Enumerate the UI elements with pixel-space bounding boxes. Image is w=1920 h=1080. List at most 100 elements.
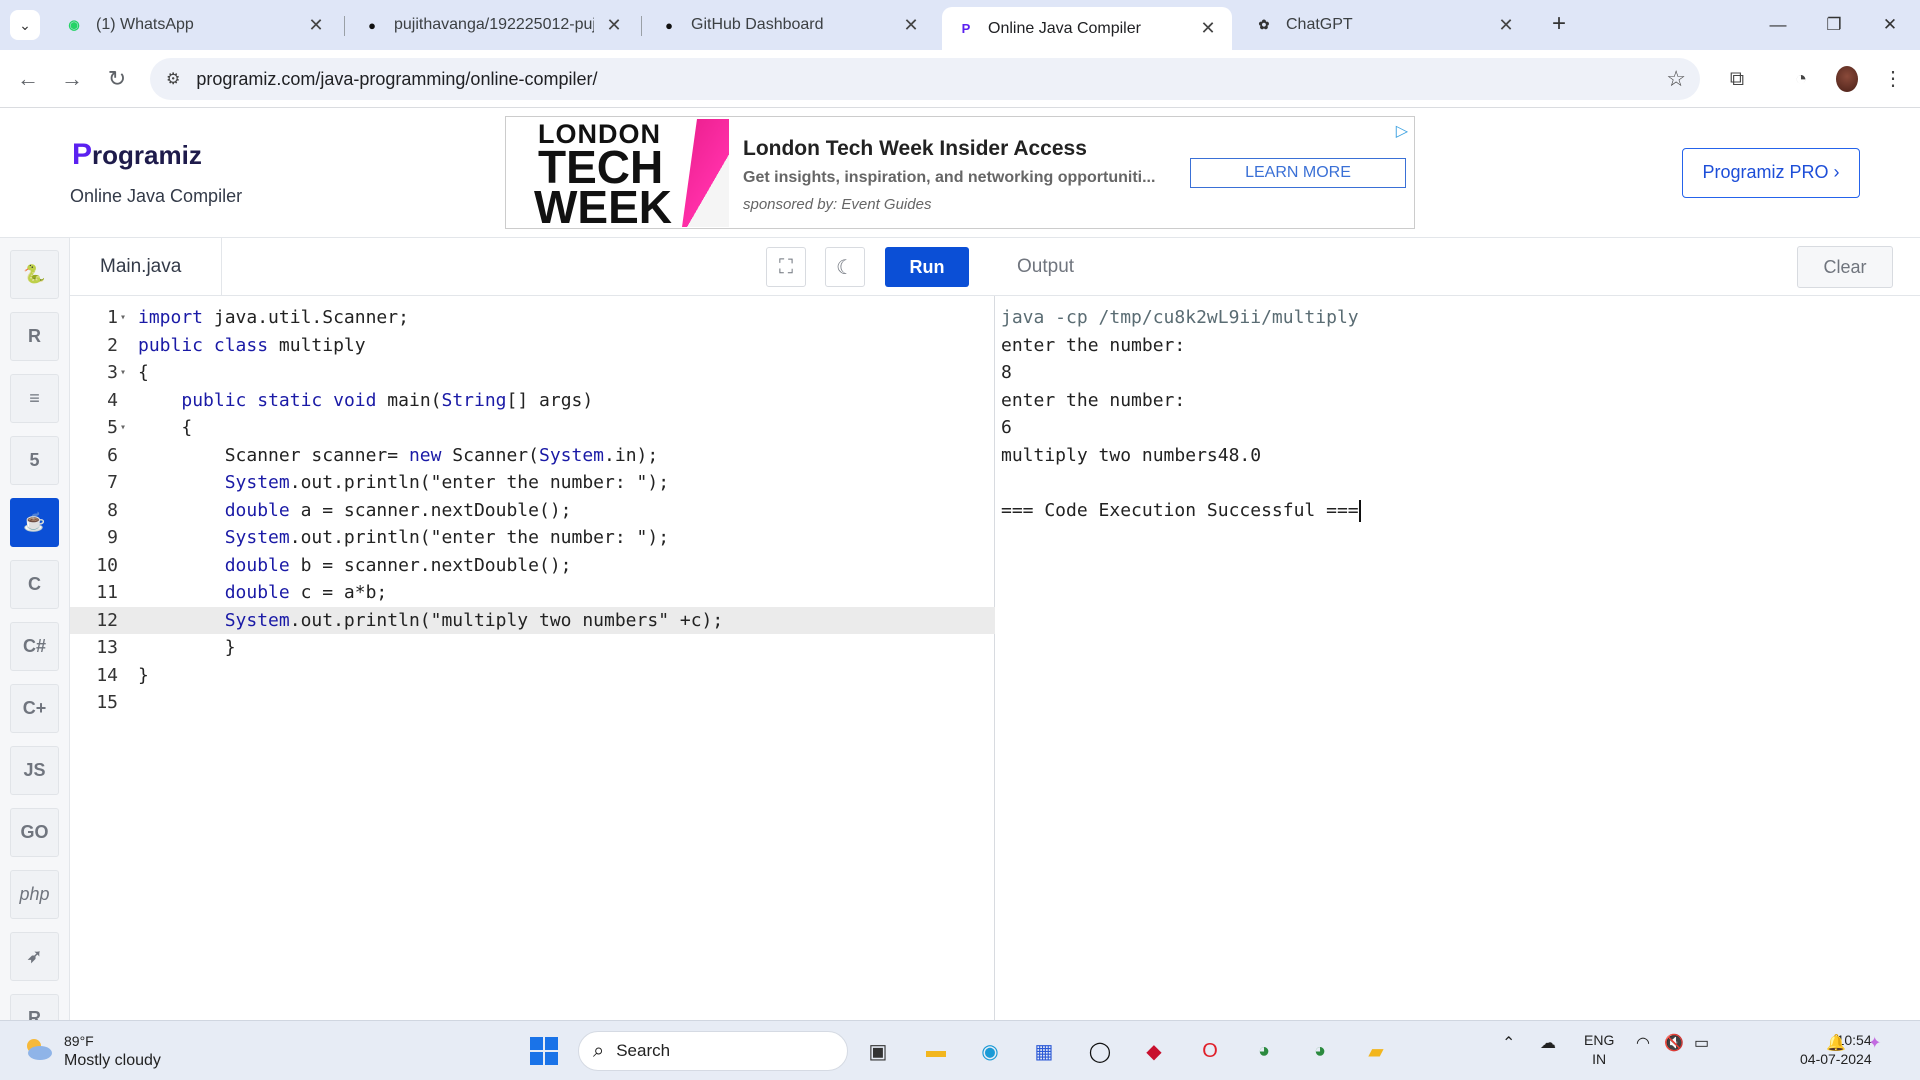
code-text[interactable]: public class multiply [138, 332, 366, 360]
edge-icon[interactable]: ◉ [972, 1033, 1008, 1069]
tab-online-java-compiler[interactable]: P Online Java Compiler ✕ [942, 7, 1232, 50]
profile-avatar[interactable] [1836, 66, 1858, 92]
ad-choices-icon[interactable]: ▷ [1396, 121, 1408, 141]
restore-button[interactable]: ❐ [1806, 0, 1862, 50]
close-icon[interactable]: ✕ [306, 15, 326, 36]
address-bar[interactable]: ⚙ programiz.com/java-programming/online-… [150, 58, 1700, 100]
battery-icon[interactable]: ▭ [1694, 1033, 1709, 1053]
ad-learn-more-button[interactable]: LEARN MORE [1190, 158, 1406, 188]
reload-button[interactable]: ↻ [102, 64, 132, 94]
fold-toggle-icon[interactable]: ▾ [120, 359, 132, 387]
microsoft-store-icon[interactable]: ▦ [1026, 1033, 1062, 1069]
programiz-pro-button[interactable]: Programiz PRO › [1682, 148, 1860, 198]
site-info-icon[interactable]: ⚙ [166, 69, 180, 89]
code-text[interactable]: double a = scanner.nextDouble(); [138, 497, 572, 525]
programiz-logo[interactable]: Programiz [72, 138, 202, 172]
run-button[interactable]: Run [885, 247, 969, 287]
code-line[interactable]: 8 double a = scanner.nextDouble(); [70, 497, 995, 525]
code-text[interactable]: double b = scanner.nextDouble(); [138, 552, 572, 580]
code-line[interactable]: 14} [70, 662, 995, 690]
file-tab-main-java[interactable]: Main.java [70, 238, 222, 296]
close-icon[interactable]: ✕ [1198, 18, 1218, 39]
rust-icon[interactable]: R [10, 994, 59, 1020]
code-line[interactable]: 5 ▾ { [70, 414, 995, 442]
code-line[interactable]: 10 double b = scanner.nextDouble(); [70, 552, 995, 580]
swift-icon[interactable]: ➶ [10, 932, 59, 981]
windows-start-icon[interactable] [526, 1033, 562, 1069]
code-text[interactable]: Scanner scanner= new Scanner(System.in); [138, 442, 659, 470]
url-text[interactable]: programiz.com/java-programming/online-co… [196, 69, 597, 90]
csharp-icon[interactable]: C# [10, 622, 59, 671]
code-line[interactable]: 1 ▾ import java.util.Scanner; [70, 304, 995, 332]
wifi-icon[interactable]: ◠ [1636, 1033, 1650, 1053]
chrome-profile-icon[interactable]: ◕ [1302, 1033, 1338, 1069]
opera-icon[interactable]: O [1192, 1033, 1228, 1069]
file-explorer-icon[interactable]: ▬ [918, 1033, 954, 1069]
notifications-bell-icon[interactable]: 🔔 [1826, 1033, 1846, 1053]
fullscreen-icon[interactable]: ⛶ [766, 247, 806, 287]
tab-github-dashboard[interactable]: ● GitHub Dashboard ✕ [645, 8, 935, 42]
close-icon[interactable]: ✕ [604, 15, 624, 36]
code-text[interactable]: public static void main(String[] args) [138, 387, 593, 415]
code-line[interactable]: 3 ▾{ [70, 359, 995, 387]
code-editor[interactable]: 1 ▾ import java.util.Scanner; 2 public class… [70, 296, 995, 1020]
code-line[interactable]: 2 public class multiply [70, 332, 995, 360]
close-icon[interactable]: ✕ [901, 15, 921, 36]
copilot-icon[interactable]: ✦ [1868, 1033, 1881, 1053]
java-icon[interactable]: ☕ [10, 498, 59, 547]
input-language[interactable]: ENG IN [1584, 1031, 1614, 1069]
output-console[interactable]: java -cp /tmp/cu8k2wL9ii/multiply enter t… [995, 296, 1920, 1020]
advertisement-banner[interactable]: LONDON TECH WEEK London Tech Week Inside… [505, 116, 1415, 229]
code-text[interactable]: double c = a*b; [138, 579, 388, 607]
volume-muted-icon[interactable]: 🔇 [1664, 1033, 1684, 1053]
python-icon[interactable]: 🐍 [10, 250, 59, 299]
code-text[interactable]: System.out.println("enter the number: ")… [138, 469, 669, 497]
chrome-icon[interactable]: ◕ [1246, 1033, 1282, 1069]
code-line[interactable]: 15 [70, 689, 995, 717]
weather-temperature[interactable]: 89°F [64, 1033, 94, 1049]
fold-toggle-icon[interactable]: ▾ [120, 304, 132, 332]
code-line[interactable]: 4 public static void main(String[] args) [70, 387, 995, 415]
taskbar-search[interactable]: ⌕ Search [578, 1031, 848, 1071]
sql-database-icon[interactable]: ≡ [10, 374, 59, 423]
code-text[interactable]: } [138, 634, 236, 662]
code-text[interactable]: import java.util.Scanner; [138, 304, 409, 332]
clear-button[interactable]: Clear [1797, 246, 1893, 288]
code-line[interactable]: 9 System.out.println("enter the number: … [70, 524, 995, 552]
performance-icon[interactable]: ◔ [1786, 64, 1816, 94]
bookmark-star-icon[interactable]: ☆ [1666, 66, 1686, 92]
code-line[interactable]: 6 Scanner scanner= new Scanner(System.in… [70, 442, 995, 470]
c-language-icon[interactable]: C [10, 560, 59, 609]
tab-github-repo[interactable]: ● pujithavanga/192225012-pujith ✕ [348, 8, 638, 42]
code-text[interactable]: System.out.println("multiply two numbers… [138, 607, 724, 635]
php-icon[interactable]: php [10, 870, 59, 919]
cpp-icon[interactable]: C+ [10, 684, 59, 733]
back-button[interactable]: ← [13, 64, 43, 94]
tab-chatgpt[interactable]: ✿ ChatGPT ✕ [1240, 8, 1530, 42]
code-text[interactable]: { [138, 359, 149, 387]
tab-whatsapp[interactable]: ◉ (1) WhatsApp ✕ [50, 8, 340, 42]
dark-mode-icon[interactable]: ☾ [825, 247, 865, 287]
code-line[interactable]: 13 } [70, 634, 995, 662]
fold-toggle-icon[interactable]: ▾ [120, 414, 132, 442]
r-language-icon[interactable]: R [10, 312, 59, 361]
file-manager-icon[interactable]: ▰ [1358, 1033, 1394, 1069]
weather-cloud-icon[interactable] [22, 1036, 54, 1062]
task-view-icon[interactable]: ▣ [860, 1033, 896, 1069]
ad-title[interactable]: London Tech Week Insider Access [743, 137, 1087, 161]
onedrive-cloud-icon[interactable]: ☁ [1540, 1033, 1556, 1053]
weather-description[interactable]: Mostly cloudy [64, 1052, 161, 1070]
dell-icon[interactable]: ◯ [1082, 1033, 1118, 1069]
code-text[interactable]: System.out.println("enter the number: ")… [138, 524, 669, 552]
javascript-icon[interactable]: JS [10, 746, 59, 795]
minimize-button[interactable]: — [1750, 0, 1806, 50]
window-close-button[interactable]: ✕ [1862, 0, 1918, 50]
close-icon[interactable]: ✕ [1496, 15, 1516, 36]
tab-search-button[interactable]: ⌄ [10, 10, 40, 40]
code-text[interactable]: { [138, 414, 192, 442]
code-text[interactable]: } [138, 662, 149, 690]
extensions-icon[interactable]: ⧉ [1722, 64, 1752, 94]
mcafee-icon[interactable]: ◆ [1136, 1033, 1172, 1069]
new-tab-button[interactable]: + [1544, 10, 1574, 40]
code-line[interactable]: 12 System.out.println("multiply two numb… [70, 606, 995, 635]
